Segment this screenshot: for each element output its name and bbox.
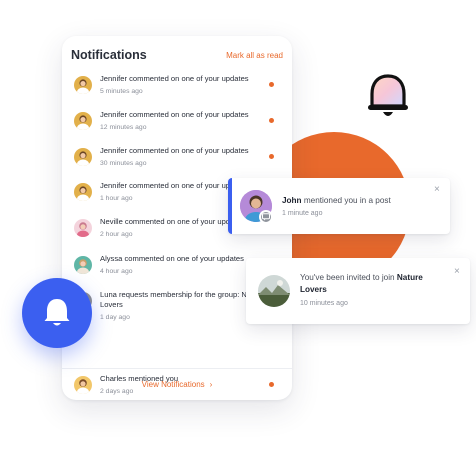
notifications-showcase: Notifications Mark all as read Jennifer …	[0, 0, 476, 476]
notification-time: 30 minutes ago	[100, 160, 147, 167]
bell-icon	[368, 74, 408, 116]
avatar	[74, 256, 92, 274]
invite-notification-card[interactable]: You've been invited to join Nature Lover…	[246, 258, 470, 324]
avatar	[74, 219, 92, 237]
panel-header: Notifications Mark all as read	[62, 36, 292, 74]
view-notifications-link[interactable]: View Notifications ›	[142, 380, 213, 389]
bell-icon	[44, 299, 70, 326]
notification-time: 5 minutes ago	[100, 88, 143, 95]
notification-message: Luna requests membership for the group: …	[100, 290, 265, 309]
invite-text: You've been invited to join	[300, 273, 395, 282]
view-notifications-label: View Notifications	[141, 380, 205, 389]
avatar	[74, 148, 92, 166]
unread-dot	[269, 82, 274, 87]
card-accent-bar	[228, 178, 232, 234]
list-item[interactable]: Jennifer commented on one of your update…	[62, 74, 292, 108]
notification-message: Jennifer commented on one of your update…	[100, 146, 249, 155]
notification-time: 1 day ago	[100, 314, 130, 321]
close-icon[interactable]: ×	[454, 266, 460, 277]
mention-message: John mentioned you in a post	[282, 195, 432, 206]
mention-user-name: John	[282, 196, 302, 205]
avatar	[74, 76, 92, 94]
group-avatar	[258, 275, 290, 307]
bell-button[interactable]	[22, 278, 92, 348]
chevron-right-icon: ›	[209, 380, 213, 389]
avatar	[74, 183, 92, 201]
page-title: Notifications	[71, 48, 147, 62]
chat-icon	[259, 210, 273, 224]
unread-dot	[269, 118, 274, 123]
notification-time: 4 hour ago	[100, 268, 133, 275]
list-item[interactable]: Jennifer commented on one of your update…	[62, 110, 292, 144]
close-icon[interactable]: ×	[434, 184, 440, 195]
invite-time: 10 minutes ago	[300, 300, 348, 307]
notification-message: Jennifer commented on one of your update…	[100, 110, 249, 119]
mention-text: mentioned you in a post	[303, 196, 391, 205]
notification-message: Alyssa commented on one of your updates	[100, 254, 244, 263]
unread-dot	[269, 154, 274, 159]
list-item[interactable]: Jennifer commented on one of your update…	[62, 146, 292, 180]
mention-notification-card[interactable]: John mentioned you in a post 1 minute ag…	[228, 178, 450, 234]
avatar	[74, 112, 92, 130]
notification-time: 12 minutes ago	[100, 124, 147, 131]
notification-message: Jennifer commented on one of your update…	[100, 74, 249, 83]
panel-footer: View Notifications ›	[62, 368, 292, 400]
mark-all-read-link[interactable]: Mark all as read	[226, 51, 283, 60]
invite-message: You've been invited to join Nature Lover…	[300, 272, 445, 296]
mention-time: 1 minute ago	[282, 210, 323, 217]
